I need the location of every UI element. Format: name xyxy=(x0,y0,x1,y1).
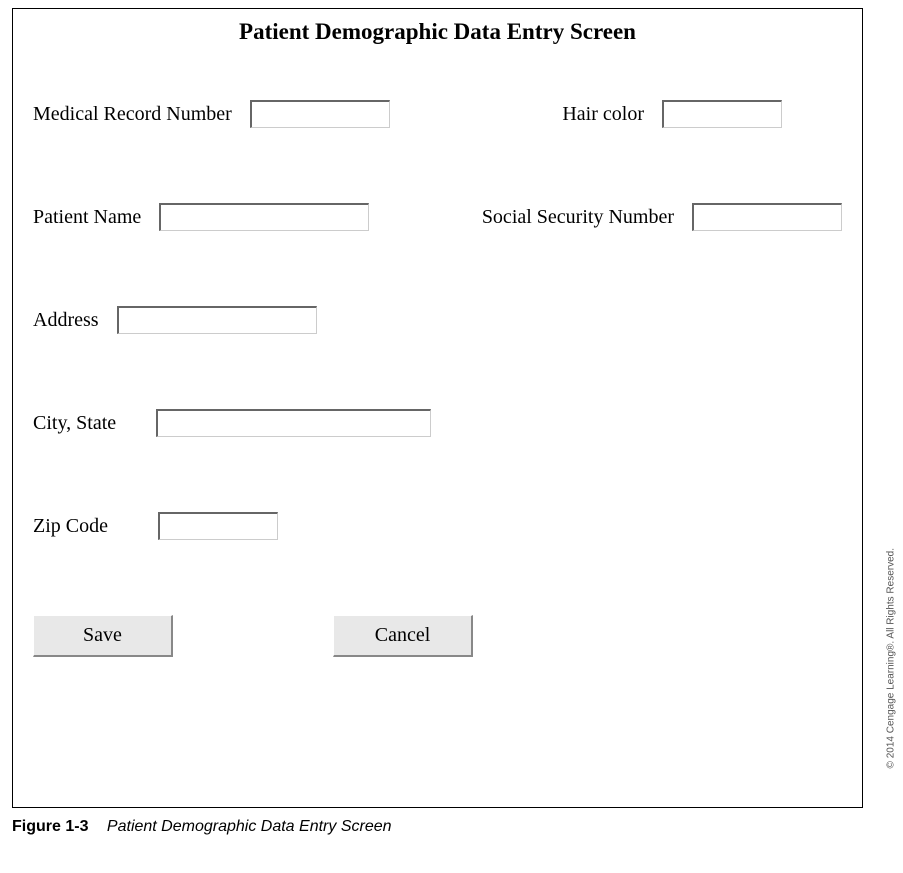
page-title: Patient Demographic Data Entry Screen xyxy=(33,19,842,45)
hair-color-input[interactable] xyxy=(662,100,782,128)
zip-label: Zip Code xyxy=(33,515,108,538)
field-patient-name: Patient Name xyxy=(33,203,369,231)
ssn-input[interactable] xyxy=(692,203,842,231)
button-row: Save Cancel xyxy=(33,615,842,657)
figure-title: Patient Demographic Data Entry Screen xyxy=(107,818,392,835)
patient-name-label: Patient Name xyxy=(33,206,141,229)
form-container: Patient Demographic Data Entry Screen Me… xyxy=(12,8,863,808)
row-name-ssn: Patient Name Social Security Number xyxy=(33,203,842,231)
save-button[interactable]: Save xyxy=(33,615,173,657)
field-address: Address xyxy=(33,306,317,334)
field-hair-color: Hair color xyxy=(562,100,782,128)
city-state-input[interactable] xyxy=(156,409,431,437)
city-state-label: City, State xyxy=(33,412,116,435)
row-mrn-hair: Medical Record Number Hair color xyxy=(33,100,842,128)
ssn-label: Social Security Number xyxy=(482,206,674,229)
patient-name-input[interactable] xyxy=(159,203,369,231)
field-city-state: City, State xyxy=(33,409,431,437)
mrn-input[interactable] xyxy=(250,100,390,128)
figure-caption: Figure 1-3 Patient Demographic Data Entr… xyxy=(12,818,903,836)
field-mrn: Medical Record Number xyxy=(33,100,390,128)
zip-input[interactable] xyxy=(158,512,278,540)
row-zip: Zip Code xyxy=(33,512,842,540)
field-ssn: Social Security Number xyxy=(482,203,842,231)
address-input[interactable] xyxy=(117,306,317,334)
row-city-state: City, State xyxy=(33,409,842,437)
copyright-text: © 2014 Cengage Learning®. All Rights Res… xyxy=(885,548,896,768)
figure-number: Figure 1-3 xyxy=(12,818,88,835)
row-address: Address xyxy=(33,306,842,334)
mrn-label: Medical Record Number xyxy=(33,103,232,126)
field-zip: Zip Code xyxy=(33,512,278,540)
address-label: Address xyxy=(33,309,99,332)
cancel-button[interactable]: Cancel xyxy=(333,615,473,657)
hair-color-label: Hair color xyxy=(562,103,644,126)
